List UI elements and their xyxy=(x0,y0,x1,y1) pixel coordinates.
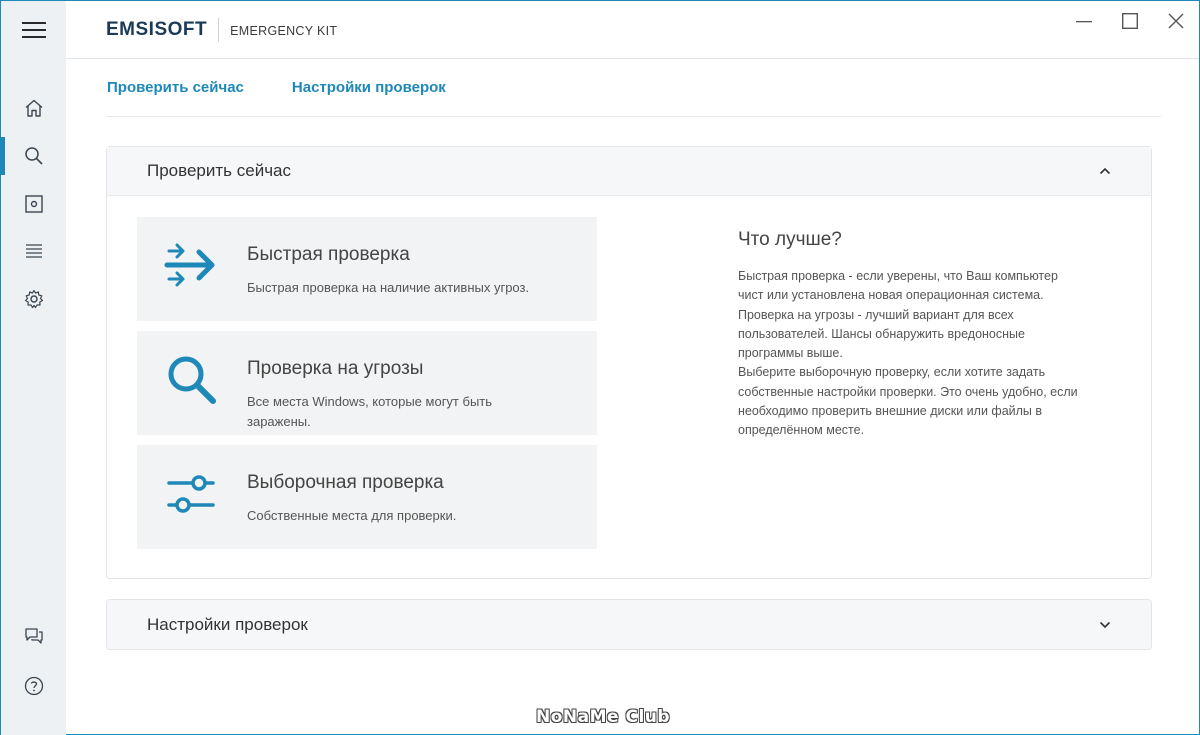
info-line: пользователей. Шансы обнаружить вредонос… xyxy=(738,326,1025,341)
quarantine-icon xyxy=(24,195,43,213)
which-is-better-info: Что лучше? Быстрая проверка - если увере… xyxy=(738,229,1128,441)
scan-now-panel-title: Проверить сейчас xyxy=(147,161,292,180)
tab-bar: Проверить сейчас Настройки проверок xyxy=(107,79,446,96)
info-line: Выберите выборочную проверку, если хотит… xyxy=(738,365,1046,380)
chat-icon xyxy=(24,628,43,644)
info-line: определённом месте. xyxy=(738,423,865,438)
hamburger-icon xyxy=(21,22,46,38)
info-line: Быстрая проверка - если уверены, что Ваш… xyxy=(738,269,1058,283)
close-button[interactable] xyxy=(1153,1,1199,41)
home-icon xyxy=(25,99,42,117)
scan-now-panel-header[interactable]: Проверить сейчас xyxy=(107,147,1151,196)
sidebar-item-quarantine[interactable] xyxy=(1,185,66,223)
quick-scan-title: Быстрая проверка xyxy=(247,244,410,265)
sidebar-item-help[interactable] xyxy=(1,667,66,705)
info-line: необходимо проверить внешние диски или ф… xyxy=(738,404,1043,419)
help-icon xyxy=(24,676,43,696)
chevron-up-icon xyxy=(1099,167,1111,175)
search-icon xyxy=(24,147,43,165)
title-bar: EMSISOFT EMERGENCY KIT xyxy=(1,1,1199,59)
sidebar-item-home[interactable] xyxy=(1,89,66,127)
magnifier-icon xyxy=(163,351,219,407)
maximize-button[interactable] xyxy=(1107,1,1153,41)
info-line: программы выше. xyxy=(738,346,843,361)
tab-divider xyxy=(107,116,1161,117)
watermark: NoNaMe Club xyxy=(536,707,671,727)
custom-scan-card[interactable]: Выборочная проверка Собственные места дл… xyxy=(137,445,597,549)
threat-scan-title: Проверка на угрозы xyxy=(247,358,424,379)
quick-scan-card[interactable]: Быстрая проверка Быстрая проверка на нал… xyxy=(137,217,597,321)
window-controls xyxy=(1061,1,1199,41)
minimize-icon xyxy=(1076,21,1092,23)
info-line: собственные настройки проверки. Это очен… xyxy=(738,384,1078,399)
sidebar xyxy=(1,59,66,735)
scan-cards: Быстрая проверка Быстрая проверка на нал… xyxy=(137,217,597,559)
scan-now-panel: Проверить сейчас Быстрая проверка Быстра… xyxy=(106,146,1152,579)
threat-scan-desc: Все места Windows, которые могут быть за… xyxy=(247,394,493,429)
scan-settings-panel: Настройки проверок xyxy=(106,599,1152,650)
sidebar-item-scan[interactable] xyxy=(1,137,66,175)
app-window: EMSISOFT EMERGENCY KIT Проверить сейчас … xyxy=(0,0,1200,735)
quick-scan-arrows-icon xyxy=(163,237,219,293)
quick-scan-desc: Быстрая проверка на наличие активных угр… xyxy=(247,280,530,295)
product-name: EMERGENCY KIT xyxy=(230,24,338,38)
scan-settings-panel-title: Настройки проверок xyxy=(147,614,308,634)
sidebar-item-logs[interactable] xyxy=(1,232,66,270)
minimize-button[interactable] xyxy=(1061,1,1107,41)
main-content: Проверить сейчас Настройки проверок Пров… xyxy=(66,59,1199,735)
gear-icon xyxy=(24,289,43,309)
maximize-icon xyxy=(1122,13,1138,29)
tab-scan-settings[interactable]: Настройки проверок xyxy=(292,79,446,96)
sidebar-item-feedback[interactable] xyxy=(1,617,66,655)
tab-scan-now[interactable]: Проверить сейчас xyxy=(107,79,244,96)
brand-divider xyxy=(218,18,220,42)
custom-scan-desc: Собственные места для проверки. xyxy=(247,508,457,523)
logs-icon xyxy=(25,244,42,258)
info-text: Быстрая проверка - если уверены, что Ваш… xyxy=(738,267,1128,441)
custom-scan-title: Выборочная проверка xyxy=(247,472,444,493)
hamburger-menu-button[interactable] xyxy=(1,1,66,59)
threat-scan-card[interactable]: Проверка на угрозы Все места Windows, ко… xyxy=(137,331,597,435)
brand: EMSISOFT EMERGENCY KIT xyxy=(106,18,338,42)
close-icon xyxy=(1168,13,1184,29)
info-line: чист или установлена новая операционная … xyxy=(738,288,1044,303)
chevron-down-icon xyxy=(1099,621,1111,628)
sliders-icon xyxy=(163,465,219,521)
info-title: Что лучше? xyxy=(738,229,842,250)
scan-settings-panel-header[interactable]: Настройки проверок xyxy=(107,600,1151,649)
brand-logo: EMSISOFT xyxy=(106,19,208,40)
sidebar-item-settings[interactable] xyxy=(1,280,66,318)
info-line: Проверка на угрозы - лучший вариант для … xyxy=(738,307,1014,322)
